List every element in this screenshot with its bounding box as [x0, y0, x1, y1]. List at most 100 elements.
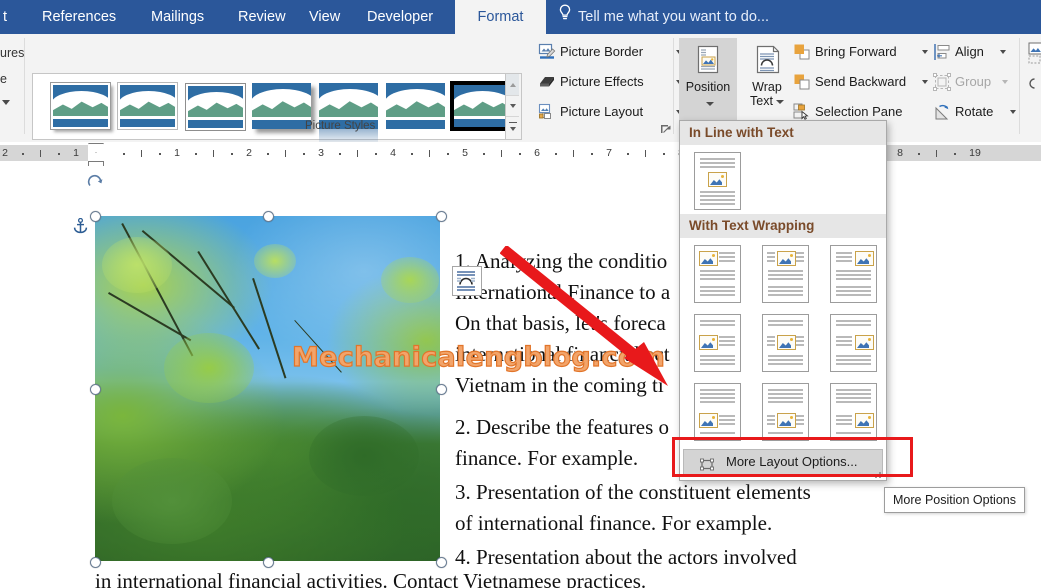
chevron-down-icon[interactable] [1002, 80, 1008, 84]
paragraph-2-line-2[interactable]: finance. For example. [455, 443, 638, 474]
scroll-up-icon[interactable] [506, 74, 519, 96]
resize-handle-top-right[interactable] [436, 211, 447, 222]
paragraph-1-line-2[interactable]: International Finance to a [455, 277, 670, 308]
rotate-icon [933, 103, 951, 121]
ruler-label: 19 [969, 147, 981, 159]
picture-styles-gallery[interactable] [32, 73, 513, 145]
picture-style-thumb-3[interactable] [252, 83, 311, 129]
more-layout-options-item[interactable]: More Layout Options... [683, 449, 883, 475]
word-window: t References Mailings Review View Develo… [0, 0, 1041, 588]
chevron-down-icon[interactable] [2, 100, 10, 105]
wrap-text-label-2: Text [750, 94, 773, 108]
tab-label: References [42, 9, 117, 25]
position-option-middle-center[interactable] [762, 314, 809, 372]
resize-handle-bottom-right[interactable] [436, 557, 447, 568]
tab-mailings[interactable]: Mailings [142, 0, 213, 34]
ruler-label: 6 [534, 147, 540, 159]
selected-picture[interactable] [73, 174, 482, 568]
left-group-fragment-1: ures [0, 46, 25, 60]
picture-border-icon [538, 43, 556, 61]
lightbulb-icon [558, 0, 572, 34]
position-inline-row [680, 145, 886, 214]
resize-handle-bottom-left[interactable] [90, 557, 101, 568]
scroll-down-icon[interactable] [506, 95, 519, 117]
paragraph-1-line-5[interactable]: Vietnam in the coming ti [455, 370, 664, 401]
watermark-text: Mechanicalengblog.com [291, 341, 666, 373]
picture-styles-scrollbar[interactable] [505, 73, 522, 140]
picture-styles-group-label: Picture Styles [305, 120, 376, 132]
position-wrapping-row-middle [680, 307, 886, 376]
position-dropdown-menu[interactable]: In Line with Text With Text Wrapping Mor… [679, 120, 887, 481]
ruler-label: 2 [2, 147, 8, 159]
position-icon [691, 44, 725, 78]
para-line: finance. For example. [455, 446, 639, 470]
picture-styles-dialog-launcher[interactable] [660, 123, 672, 135]
position-section-inline-header: In Line with Text [680, 121, 886, 145]
paragraph-1[interactable]: 1. Analyzing the conditio [455, 246, 667, 277]
group-divider [24, 38, 25, 134]
group-divider [1019, 38, 1020, 134]
tab-label: Developer [367, 9, 434, 25]
position-wrapping-row-bottom [680, 376, 886, 445]
position-option-bottom-center[interactable] [762, 383, 809, 441]
para-line: of international finance. For example. [455, 511, 773, 535]
resize-handle-middle-right[interactable] [436, 384, 447, 395]
position-option-bottom-right[interactable] [830, 383, 877, 441]
position-option-in-line-with-text[interactable] [694, 152, 741, 210]
position-caret[interactable] [679, 95, 737, 113]
tab-references[interactable]: References [33, 0, 125, 34]
chevron-down-icon[interactable] [775, 99, 784, 104]
tab-insert-partial[interactable]: t [0, 0, 16, 34]
tab-format[interactable]: Format [455, 0, 546, 34]
resize-handle-bottom-center[interactable] [263, 557, 274, 568]
tab-developer[interactable]: Developer [358, 0, 442, 34]
position-section-wrapping-header: With Text Wrapping [680, 214, 886, 238]
position-wrapping-row-top [680, 238, 886, 307]
position-option-top-center[interactable] [762, 245, 809, 303]
resize-handle-middle-left[interactable] [90, 384, 101, 395]
dropdown-resize-grip[interactable] [873, 471, 883, 479]
ruler-label: 7 [606, 147, 612, 159]
rotation-handle-icon[interactable] [87, 174, 104, 191]
paragraph-3[interactable]: 3. Presentation of the constituent eleme… [455, 477, 811, 508]
position-option-top-right[interactable] [830, 245, 877, 303]
tab-review[interactable]: Review [229, 0, 295, 34]
chevron-down-icon[interactable] [1000, 50, 1006, 54]
tell-me-search[interactable]: Tell me what you want to do... [558, 0, 769, 34]
align-label: Align [955, 44, 984, 59]
more-styles-icon[interactable] [506, 116, 519, 137]
chevron-down-icon[interactable] [922, 50, 928, 54]
paragraph-1-line-3[interactable]: On that basis, let's foreca [455, 308, 666, 339]
position-button[interactable]: Position [679, 38, 737, 130]
paragraph-3-line-2[interactable]: of international finance. For example. [455, 508, 772, 539]
send-backward-label: Send Backward [815, 74, 907, 89]
picture-style-thumb-5[interactable] [386, 83, 445, 129]
position-option-middle-right[interactable] [830, 314, 877, 372]
paragraph-4-line-2[interactable]: in international financial activities. C… [95, 566, 646, 588]
crop-group-partial-icon[interactable] [1028, 74, 1041, 95]
tree-photo-image[interactable] [95, 216, 440, 561]
wrap-text-button[interactable]: Wrap Text [738, 38, 796, 130]
paragraph-2[interactable]: 2. Describe the features o [455, 412, 669, 443]
resize-handle-top-left[interactable] [90, 211, 101, 222]
chevron-down-icon[interactable] [1010, 110, 1016, 114]
position-option-top-left[interactable] [694, 245, 741, 303]
picture-layout-icon [538, 103, 556, 121]
resize-handle-top-center[interactable] [263, 211, 274, 222]
picture-style-thumb-0[interactable] [51, 83, 110, 129]
layout-options-icon[interactable] [452, 266, 482, 296]
size-group-partial-icon[interactable] [1028, 42, 1041, 69]
bring-forward-label: Bring Forward [815, 44, 897, 59]
para-line: International Finance to a [455, 280, 671, 304]
tab-view[interactable]: View [300, 0, 349, 34]
tab-label: t [3, 9, 8, 25]
position-option-middle-left[interactable] [694, 314, 741, 372]
position-option-bottom-left[interactable] [694, 383, 741, 441]
picture-style-thumb-6-selected[interactable] [450, 81, 513, 131]
object-anchor-icon [73, 217, 88, 234]
chevron-down-icon[interactable] [922, 80, 928, 84]
left-group-fragment-2: e [0, 72, 7, 86]
para-line: Vietnam in the coming ti [455, 373, 664, 397]
picture-style-thumb-2[interactable] [185, 83, 246, 131]
picture-style-thumb-1[interactable] [118, 83, 177, 129]
